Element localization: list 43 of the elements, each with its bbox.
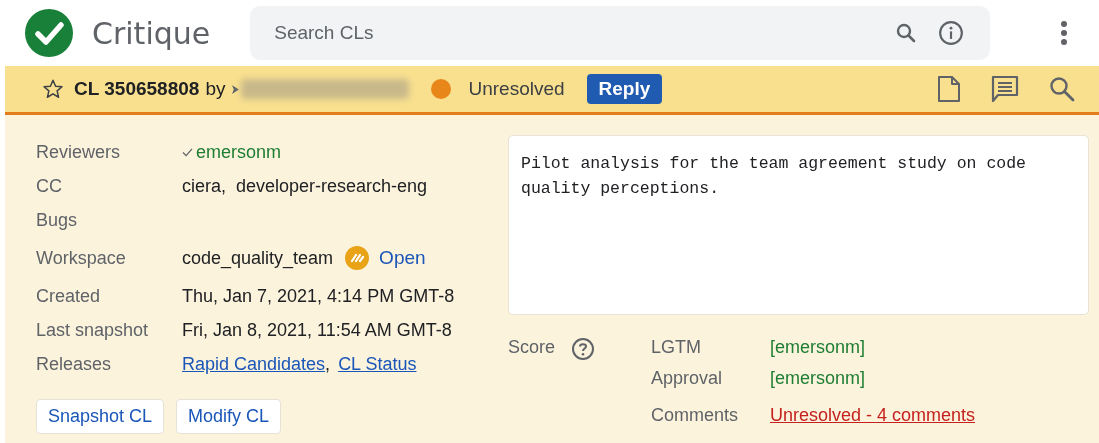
search-field[interactable]: Search CLs	[250, 6, 991, 60]
description-text: Pilot analysis for the team agreement study on code quality perceptions.	[521, 154, 1026, 198]
field-label: Bugs	[36, 209, 79, 231]
chevron-icon	[232, 84, 240, 94]
field-label: Releases	[36, 353, 113, 375]
status-label: Unresolved	[468, 78, 565, 100]
reply-button[interactable]: Reply	[586, 74, 663, 104]
comment-icon[interactable]	[991, 75, 1019, 103]
release-link[interactable]: Rapid Candidates	[182, 353, 326, 375]
approver-name: [emersonm]	[770, 337, 866, 359]
author-prefix: by	[205, 78, 226, 100]
field-label: CC	[36, 175, 63, 197]
search-input[interactable]: Search CLs	[272, 21, 875, 45]
field-value: Thu, Jan 7, 2021, 4:14 PM GMT-8	[182, 285, 455, 307]
score-row-label: Comments	[651, 405, 740, 427]
comments-link[interactable]: Unresolved - 4 comments	[770, 405, 976, 436]
approver-name: [emersonm]	[770, 368, 866, 390]
score-row-label: Approval	[651, 368, 724, 390]
info-icon[interactable]	[938, 20, 965, 46]
open-link[interactable]: Open	[379, 247, 426, 269]
separator: ,	[325, 353, 331, 375]
field-value: ciera, developer-research-eng	[182, 175, 428, 197]
action-button[interactable]: Snapshot CL	[36, 399, 165, 434]
more-menu-icon[interactable]	[1060, 20, 1069, 46]
file-icon[interactable]	[937, 75, 961, 103]
field-label: Last snapshot	[36, 319, 150, 341]
search-icon[interactable]	[1049, 76, 1075, 102]
app-title: Critique	[92, 15, 211, 51]
field-value: Fri, Jan 8, 2021, 11:54 AM GMT-8	[182, 319, 452, 341]
field-label: Reviewers	[36, 141, 122, 163]
release-link[interactable]: CL Status	[338, 353, 417, 375]
workspace-name: code_quality_team	[182, 247, 334, 269]
logo-icon	[25, 9, 73, 57]
score-row-label: LGTM	[651, 337, 702, 359]
score-label: Score	[508, 337, 556, 358]
cl-number: CL 350658808	[74, 78, 200, 100]
star-icon[interactable]	[42, 78, 64, 100]
reviewer-name: emersonm	[196, 141, 282, 163]
field-label: Created	[36, 285, 102, 307]
action-button[interactable]: Modify CL	[176, 399, 282, 434]
field-label: Workspace	[36, 247, 127, 269]
help-icon[interactable]	[571, 337, 596, 361]
workspace-icon	[345, 246, 370, 270]
